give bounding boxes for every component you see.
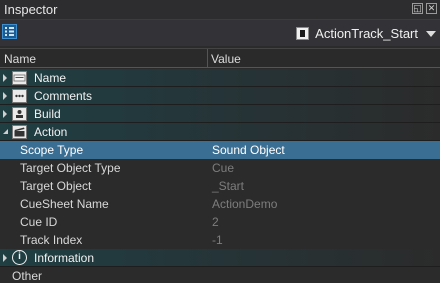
category-action[interactable]: Action (0, 123, 440, 141)
inspector-title-bar: Inspector ◱ ✕ (0, 0, 440, 20)
property-grid: Name Comments Build Action Scope Type So… (0, 69, 440, 267)
comments-icon (12, 89, 27, 103)
list-view-toggle-icon[interactable] (2, 24, 17, 39)
info-icon: i (12, 250, 27, 265)
property-row-scope-type[interactable]: Scope Type Sound Object (0, 141, 440, 159)
float-window-icon[interactable]: ◱ (412, 3, 423, 14)
expand-arrow-icon[interactable] (3, 74, 7, 82)
close-icon[interactable]: ✕ (426, 3, 437, 14)
property-value: Cue (212, 161, 235, 175)
column-divider[interactable] (207, 49, 208, 68)
expand-arrow-icon[interactable] (3, 110, 7, 118)
property-row-target-object-type[interactable]: Target Object Type Cue (0, 159, 440, 177)
category-label: Build (34, 107, 61, 121)
action-track-icon (296, 26, 310, 40)
category-build[interactable]: Build (0, 105, 440, 123)
category-label: Information (34, 251, 95, 265)
category-label: Name (34, 71, 67, 85)
name-card-icon (12, 71, 27, 85)
chevron-down-icon (426, 31, 436, 37)
category-label: Action (34, 125, 68, 139)
property-label: Scope Type (20, 143, 84, 157)
property-row-cuesheet-name[interactable]: CueSheet Name ActionDemo (0, 195, 440, 213)
category-label: Comments (34, 89, 93, 103)
category-information[interactable]: i Information (0, 249, 440, 267)
property-row-cue-id[interactable]: Cue ID 2 (0, 213, 440, 231)
inspector-toolbar: ActionTrack_Start (0, 20, 440, 46)
build-icon (12, 107, 27, 121)
expand-arrow-icon[interactable] (3, 254, 7, 262)
object-selector-dropdown[interactable]: ActionTrack_Start (296, 24, 436, 42)
column-header-value[interactable]: Value (211, 52, 241, 66)
property-label: Cue ID (20, 215, 58, 229)
property-label: Target Object Type (20, 161, 121, 175)
collapse-arrow-icon[interactable] (3, 129, 8, 134)
expand-arrow-icon[interactable] (3, 92, 7, 100)
property-label: Track Index (20, 233, 83, 247)
property-value: _Start (212, 179, 245, 193)
clapperboard-icon (12, 125, 27, 139)
column-header-name[interactable]: Name (4, 52, 36, 66)
property-value: 2 (212, 215, 219, 229)
property-row-target-object[interactable]: Target Object _Start (0, 177, 440, 195)
property-row-track-index[interactable]: Track Index -1 (0, 231, 440, 249)
property-value: -1 (212, 233, 223, 247)
window-title: Inspector (4, 2, 58, 17)
category-comments[interactable]: Comments (0, 87, 440, 105)
property-value: ActionDemo (212, 197, 278, 211)
property-grid-header: Name Value (0, 48, 440, 68)
property-label: CueSheet Name (20, 197, 109, 211)
selected-object-name: ActionTrack_Start (315, 25, 418, 41)
category-name[interactable]: Name (0, 69, 440, 87)
property-value[interactable]: Sound Object (212, 143, 285, 157)
property-label: Target Object (20, 179, 92, 193)
